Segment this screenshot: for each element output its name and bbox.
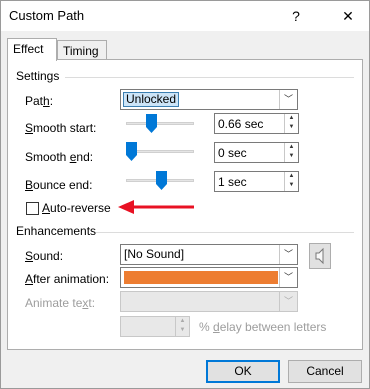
animate-text-dropdown[interactable]: ﹀	[120, 291, 298, 312]
cancel-button-label: Cancel	[306, 364, 344, 378]
settings-heading: Settings	[16, 69, 60, 83]
sound-value: [No Sound]	[124, 247, 185, 261]
spin-down-icon[interactable]: ▼	[176, 326, 189, 335]
settings-divider	[65, 77, 354, 78]
speaker-icon	[315, 247, 324, 265]
enhancements-divider	[96, 232, 354, 233]
title-bar[interactable]: Custom Path ? ✕	[1, 1, 369, 31]
red-arrow-annotation	[118, 200, 194, 214]
smooth-start-slider[interactable]	[146, 114, 157, 133]
close-button[interactable]: ✕	[333, 1, 363, 31]
help-button[interactable]: ?	[281, 1, 311, 31]
tab-timing-label: Timing	[63, 44, 99, 58]
auto-reverse-checkbox[interactable]	[26, 202, 39, 215]
after-animation-label: After animation:	[25, 272, 110, 286]
smooth-start-value: 0.66 sec	[218, 117, 264, 131]
after-animation-dropdown[interactable]: ﹀	[120, 267, 298, 288]
smooth-end-label: Smooth end:	[25, 150, 94, 164]
tab-effect[interactable]: Effect	[7, 38, 57, 61]
dialog-title: Custom Path	[9, 8, 85, 23]
chevron-down-icon: ﹀	[279, 268, 297, 287]
spin-up-icon[interactable]: ▲	[285, 172, 298, 181]
bounce-end-slider[interactable]	[156, 171, 167, 190]
auto-reverse-label[interactable]: Auto-reverse	[42, 201, 111, 215]
smooth-end-value: 0 sec	[218, 146, 247, 160]
smooth-end-spinner[interactable]: 0 sec ▲ ▼	[214, 142, 299, 163]
spin-up-icon[interactable]: ▲	[176, 317, 189, 326]
path-label: Path:	[25, 94, 54, 108]
cancel-button[interactable]: Cancel	[288, 360, 362, 383]
ok-button[interactable]: OK	[206, 360, 280, 383]
ok-button-label: OK	[234, 364, 252, 378]
bounce-end-value: 1 sec	[218, 175, 247, 189]
spin-up-icon[interactable]: ▲	[285, 143, 298, 152]
chevron-down-icon: ﹀	[279, 90, 297, 109]
spin-down-icon[interactable]: ▼	[285, 123, 298, 132]
path-value: Unlocked	[123, 92, 180, 107]
tab-effect-label: Effect	[13, 42, 44, 56]
spin-down-icon[interactable]: ▼	[285, 181, 298, 190]
spin-down-icon[interactable]: ▼	[285, 152, 298, 161]
enhancements-heading: Enhancements	[16, 224, 97, 238]
custom-path-dialog: Custom Path ? ✕ Effect Timing Settings P…	[0, 0, 370, 389]
spin-up-icon[interactable]: ▲	[285, 114, 298, 123]
sound-dropdown[interactable]: [No Sound] ﹀	[120, 244, 298, 265]
sound-label: Sound:	[25, 249, 64, 263]
smooth-end-slider[interactable]	[126, 142, 137, 161]
path-dropdown[interactable]: Unlocked ﹀	[120, 89, 298, 110]
bounce-end-spinner[interactable]: 1 sec ▲ ▼	[214, 171, 299, 192]
animate-text-label: Animate text:	[25, 296, 96, 310]
smooth-start-label: Smooth start:	[25, 121, 97, 135]
chevron-down-icon: ﹀	[279, 292, 297, 311]
delay-label: % delay between letters	[199, 320, 327, 334]
tab-timing[interactable]: Timing	[57, 40, 107, 61]
bounce-end-label: Bounce end:	[25, 178, 93, 192]
smooth-start-track	[126, 122, 194, 125]
chevron-down-icon: ﹀	[279, 245, 297, 264]
smooth-start-spinner[interactable]: 0.66 sec ▲ ▼	[214, 113, 299, 134]
after-animation-color-swatch	[124, 271, 278, 284]
sound-volume-button[interactable]	[309, 243, 331, 269]
delay-spinner[interactable]: ▲ ▼	[120, 316, 190, 337]
